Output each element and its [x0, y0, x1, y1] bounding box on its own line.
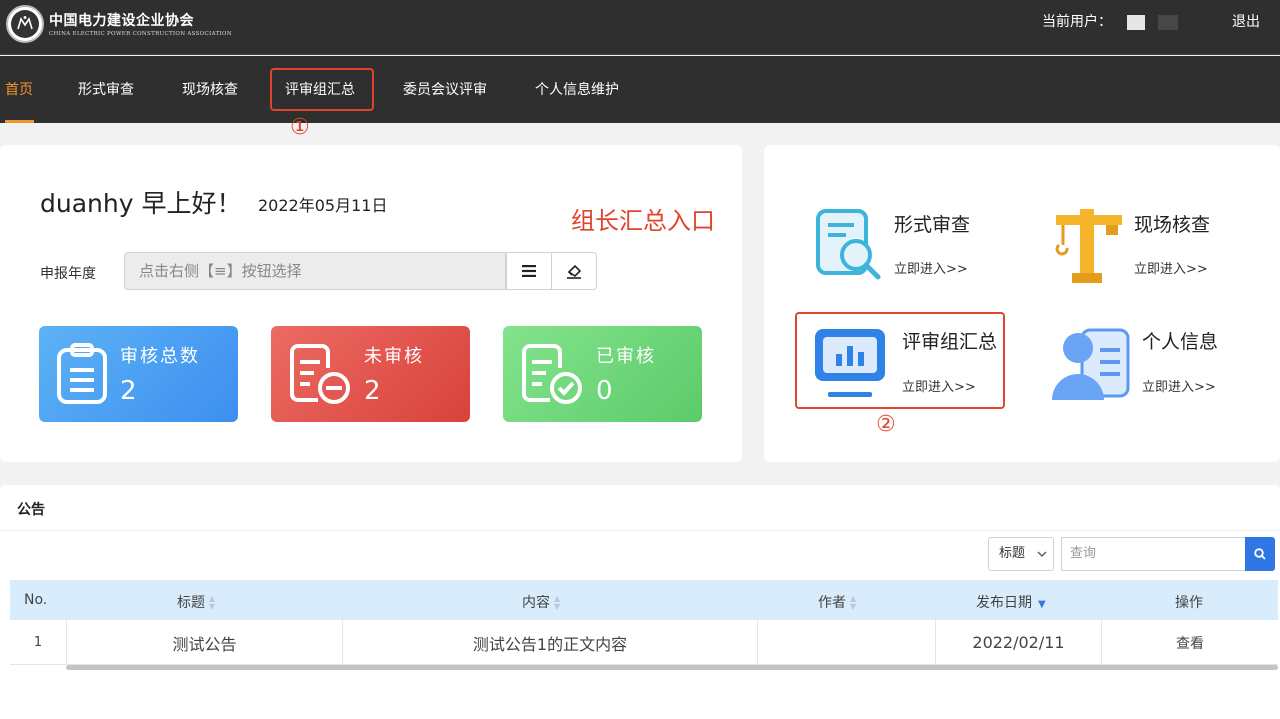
stat-title: 未审核 — [364, 346, 424, 367]
stat-card-pending[interactable]: 未审核 2 — [271, 326, 470, 422]
column-header-author-label: 作者 — [818, 595, 846, 611]
search-field-value: 标题 — [999, 546, 1026, 561]
year-select-input[interactable]: 点击右侧【≡】按钮选择 — [124, 252, 506, 290]
stat-card-reviewed[interactable]: 已审核 0 — [503, 326, 702, 422]
logo-name-cn: 中国电力建设企业协会 — [49, 13, 194, 29]
association-logo — [6, 5, 44, 43]
column-header-action: 操作 — [1175, 595, 1203, 611]
column-header-date[interactable]: 发布日期 ▼ — [976, 592, 1046, 612]
column-header-title[interactable]: 标题 ▲ ▼ — [177, 592, 215, 612]
document-check-icon — [522, 344, 582, 404]
year-clear-button[interactable] — [551, 252, 597, 290]
quick-link-site-check[interactable]: 现场核查 立即进入>> — [1048, 205, 1238, 285]
nav-item-formal-review[interactable]: 形式审查 — [78, 79, 134, 99]
sort-icon: ▲ ▼ — [554, 594, 561, 611]
search-button[interactable] — [1245, 537, 1275, 571]
stat-value: 2 — [120, 376, 137, 406]
cell-no: 1 — [10, 620, 67, 665]
user-name-redacted-2 — [1158, 15, 1178, 30]
stat-card-total[interactable]: 审核总数 2 — [39, 326, 238, 422]
logo-emblem-icon — [11, 10, 39, 38]
stat-title: 已审核 — [596, 346, 656, 367]
nav-item-profile[interactable]: 个人信息维护 — [535, 79, 619, 99]
eraser-icon — [567, 264, 582, 279]
annotation-number-1: ① — [290, 115, 310, 140]
user-profile-icon — [1052, 328, 1130, 400]
sort-desc-icon: ▼ — [1038, 599, 1046, 610]
quick-link-profile[interactable]: 个人信息 立即进入>> — [1048, 320, 1238, 400]
nav-active-indicator — [5, 120, 34, 123]
column-header-date-label: 发布日期 — [976, 595, 1032, 611]
menu-icon — [522, 265, 536, 277]
logo-name-en: CHINA ELECTRIC POWER CONSTRUCTION ASSOCI… — [49, 31, 232, 37]
column-header-author[interactable]: 作者 ▲ ▼ — [818, 592, 856, 612]
nav-item-home[interactable]: 首页 — [5, 79, 33, 99]
cell-author — [758, 620, 936, 665]
greeting-text: duanhy 早上好！ — [40, 189, 242, 218]
cell-date: 2022/02/11 — [936, 620, 1102, 665]
user-name-redacted — [1127, 15, 1145, 30]
column-header-content[interactable]: 内容 ▲ ▼ — [522, 592, 560, 612]
table-horizontal-scrollbar[interactable] — [66, 665, 1278, 670]
cell-title: 测试公告 — [67, 620, 343, 665]
stat-value: 0 — [596, 376, 613, 406]
quick-links-card — [764, 145, 1280, 462]
current-date: 2022年05月11日 — [258, 196, 388, 215]
table-header: No. 标题 ▲ ▼ 内容 ▲ ▼ 作者 ▲ ▼ 发布日期 ▼ 操作 — [10, 580, 1278, 620]
quick-link-formal-review[interactable]: 形式审查 立即进入>> — [808, 205, 998, 285]
main-nav: 首页 形式审查 现场核查 评审组汇总 委员会议评审 个人信息维护 — [0, 56, 1280, 123]
column-header-title-label: 标题 — [177, 595, 205, 611]
quick-link-title: 现场核查 — [1134, 214, 1211, 236]
logo-text: 中国电力建设企业协会 CHINA ELECTRIC POWER CONSTRUC… — [49, 10, 232, 37]
nav-item-committee-review[interactable]: 委员会议评审 — [403, 79, 487, 99]
sort-icon: ▲ ▼ — [209, 594, 216, 611]
search-input[interactable]: 查询 — [1061, 537, 1246, 571]
table-row: 1 测试公告 测试公告1的正文内容 2022/02/11 查看 — [10, 620, 1278, 665]
notice-divider — [0, 530, 1280, 531]
quick-link-enter[interactable]: 立即进入>> — [894, 258, 968, 277]
crane-icon — [1055, 209, 1122, 283]
quick-link-title: 形式审查 — [894, 214, 971, 236]
sort-icon: ▲ ▼ — [850, 594, 857, 611]
document-search-icon — [816, 209, 881, 280]
annotation-number-2: ② — [876, 412, 896, 437]
quick-link-title: 个人信息 — [1142, 331, 1219, 353]
nav-item-site-check[interactable]: 现场核查 — [182, 79, 238, 99]
chevron-down-icon — [1037, 551, 1047, 557]
quick-link-enter[interactable]: 立即进入>> — [1142, 376, 1216, 395]
search-icon — [1254, 548, 1266, 560]
quick-link-enter[interactable]: 立即进入>> — [1134, 258, 1208, 277]
column-header-no: No. — [24, 592, 48, 608]
notice-title: 公告 — [17, 502, 45, 518]
stat-title: 审核总数 — [120, 346, 200, 367]
stat-value: 2 — [364, 376, 381, 406]
current-user-label: 当前用户： — [1042, 14, 1112, 30]
view-button[interactable]: 查看 — [1102, 620, 1278, 665]
document-minus-icon — [290, 344, 350, 404]
annotation-label: 组长汇总入口 — [571, 207, 715, 235]
logout-link[interactable]: 退出 — [1232, 11, 1260, 31]
year-label: 申报年度 — [40, 266, 96, 282]
search-field-select[interactable]: 标题 — [988, 537, 1054, 571]
column-header-content-label: 内容 — [522, 595, 550, 611]
top-header: 中国电力建设企业协会 CHINA ELECTRIC POWER CONSTRUC… — [0, 0, 1280, 55]
annotation-box-summary — [795, 312, 1005, 409]
cell-content: 测试公告1的正文内容 — [343, 620, 758, 665]
annotation-box-nav — [270, 68, 374, 111]
year-list-button[interactable] — [506, 252, 552, 290]
clipboard-list-icon — [57, 343, 107, 404]
